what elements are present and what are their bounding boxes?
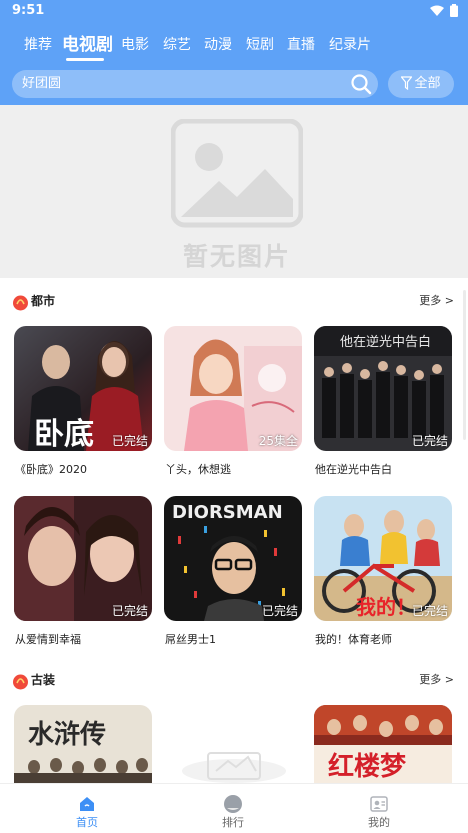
video-card[interactable]	[164, 705, 302, 783]
poster-title-text: 我的！	[356, 595, 416, 619]
top-header: 9:51 推荐 电视剧 电影 综艺 动漫 短剧 直播 纪录片 好团圆 全部	[0, 0, 468, 105]
status-label: 已完结	[411, 604, 448, 618]
card-title: 屌丝男士1	[165, 633, 216, 646]
poster-title-text: 他在逆光中告白	[340, 334, 431, 350]
video-card[interactable]: 25集全 丫头，休想逃	[164, 326, 302, 476]
nav-mine-label: 我的	[368, 816, 390, 829]
poster-placeholder	[164, 705, 302, 783]
tab-movie[interactable]: 电影	[121, 30, 149, 60]
home-icon	[80, 797, 94, 811]
status-label: 已完结	[261, 604, 298, 618]
poster-image: 他在逆光中告白 已完结	[314, 326, 452, 451]
video-card[interactable]: 我的！ 已完结 我的！体育老师	[314, 496, 452, 646]
poster-image: 红楼梦	[314, 705, 452, 783]
video-card[interactable]: 水浒传	[14, 705, 152, 783]
section-header-costume: 古装 更多 >	[0, 671, 468, 693]
nav-ranking[interactable]: 排行	[203, 784, 263, 833]
poster-image: DIORSMAN 已完结	[164, 496, 302, 621]
poster-title-text: 红楼梦	[328, 751, 407, 782]
status-label: 已完结	[111, 604, 148, 618]
poster-title-text: 水浒传	[28, 719, 106, 750]
tab-short-drama[interactable]: 短剧	[246, 30, 274, 60]
scrollbar[interactable]	[463, 290, 466, 440]
status-label: 已完结	[411, 434, 448, 448]
poster-title-text: 卧底	[34, 417, 94, 451]
poster-image: 我的！ 已完结	[314, 496, 452, 621]
nav-mine[interactable]: 我的	[349, 784, 409, 833]
section-badge-icon	[13, 295, 28, 311]
section-title: 古装	[31, 673, 56, 687]
banner-placeholder: 暂无图片	[170, 118, 304, 271]
nav-home-label: 首页	[76, 816, 98, 829]
tab-live[interactable]: 直播	[287, 30, 315, 60]
nav-ranking-label: 排行	[222, 816, 244, 829]
poster-image: 卧底 已完结	[14, 326, 152, 451]
battery-icon	[450, 4, 458, 17]
video-card[interactable]: 卧底 已完结 《卧底》2020	[14, 326, 152, 476]
video-card[interactable]: 他在逆光中告白 已完结 他在逆光中告白	[314, 326, 452, 476]
banner[interactable]: 暂无图片	[0, 105, 468, 278]
tab-variety[interactable]: 综艺	[163, 30, 191, 60]
status-bar: 9:51	[0, 0, 468, 24]
section-more-link[interactable]: 更多 >	[419, 292, 454, 310]
active-tab-indicator	[66, 58, 104, 61]
video-card[interactable]: 已完结 从爱情到幸福	[14, 496, 152, 646]
card-title: 从爱情到幸福	[15, 633, 81, 646]
filter-all-label: 全部	[414, 76, 441, 91]
poster-title-text: DIORSMAN	[172, 502, 283, 523]
card-title: 丫头，休想逃	[165, 463, 231, 476]
search-value: 好团圆	[22, 76, 62, 91]
tab-anime[interactable]: 动漫	[204, 30, 232, 60]
status-label: 已完结	[111, 434, 148, 448]
poster-image: 已完结	[14, 496, 152, 621]
card-title: 《卧底》2020	[15, 463, 87, 476]
section-title: 都市	[31, 294, 56, 308]
card-title: 我的！体育老师	[315, 633, 392, 646]
profile-icon	[370, 796, 388, 812]
poster-image: 25集全	[164, 326, 302, 451]
tab-documentary[interactable]: 纪录片	[329, 30, 371, 60]
ranking-icon	[224, 795, 242, 813]
status-icons	[430, 4, 458, 17]
image-placeholder-icon	[170, 118, 304, 228]
tab-tv-series[interactable]: 电视剧	[62, 30, 113, 60]
status-time: 9:51	[12, 3, 45, 18]
image-loading-icon	[182, 752, 286, 783]
bottom-navigation: 首页 排行 我的	[0, 783, 468, 833]
tab-recommend[interactable]: 推荐	[24, 30, 52, 60]
poster-image: 水浒传	[14, 705, 152, 783]
filter-icon	[400, 76, 414, 91]
status-label: 25集全	[258, 434, 298, 448]
section-badge-icon	[13, 674, 28, 690]
section-header-urban: 都市 更多 >	[0, 292, 468, 314]
search-icon[interactable]	[350, 73, 372, 95]
search-input[interactable]: 好团圆	[12, 70, 378, 98]
nav-home[interactable]: 首页	[57, 784, 117, 833]
banner-placeholder-text: 暂无图片	[182, 242, 291, 271]
filter-all-button[interactable]: 全部	[388, 70, 454, 98]
card-title: 他在逆光中告白	[315, 463, 392, 476]
section-more-link[interactable]: 更多 >	[419, 671, 454, 689]
video-card[interactable]: 红楼梦	[314, 705, 452, 783]
video-card[interactable]: DIORSMAN 已完结 屌丝男士1	[164, 496, 302, 646]
wifi-icon	[430, 5, 444, 16]
